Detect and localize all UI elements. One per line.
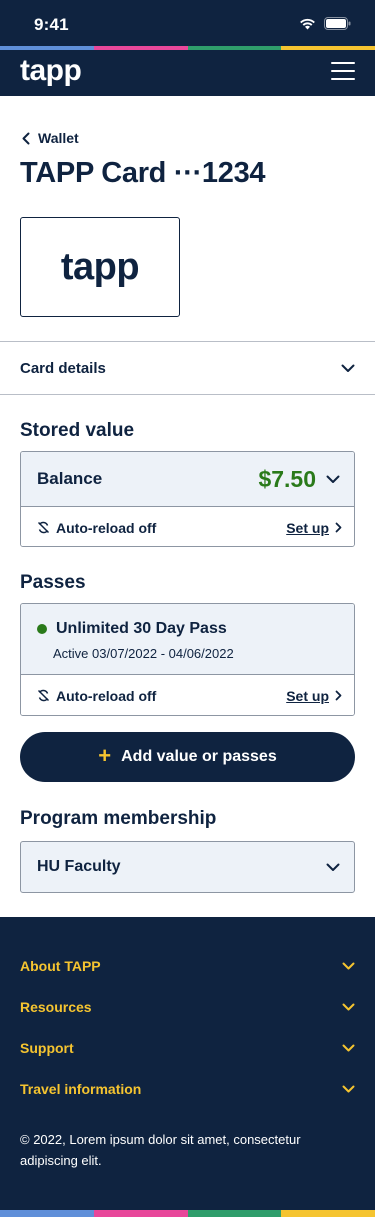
balance-label: Balance bbox=[37, 469, 103, 488]
chevron-down-icon bbox=[342, 1044, 355, 1052]
chevron-right-icon bbox=[335, 690, 342, 701]
chevron-down-icon bbox=[326, 475, 340, 483]
setup-label: Set up bbox=[286, 519, 329, 536]
setup-label: Set up bbox=[286, 687, 329, 704]
wifi-icon bbox=[300, 18, 315, 30]
program-membership-heading: Program membership bbox=[20, 808, 217, 829]
add-value-button[interactable]: + Add value or passes bbox=[20, 732, 355, 782]
pass-setup-link[interactable]: Set up bbox=[286, 688, 342, 704]
footer-item-about[interactable]: About TAPP bbox=[20, 955, 355, 977]
footer-item-resources[interactable]: Resources bbox=[20, 996, 355, 1018]
color-stripe-bottom bbox=[0, 1210, 375, 1217]
tapp-logo[interactable]: tapp bbox=[20, 54, 82, 88]
pass-card: Unlimited 30 Day Pass Active 03/07/2022 … bbox=[20, 603, 355, 716]
plus-icon: + bbox=[98, 743, 112, 768]
chevron-down-icon bbox=[342, 1085, 355, 1093]
chevron-down-icon bbox=[326, 863, 340, 871]
hamburger-menu-button[interactable] bbox=[331, 62, 355, 82]
app-header: tapp bbox=[0, 50, 375, 96]
pass-reload-row: Auto-reload off Set up bbox=[21, 674, 354, 715]
footer: About TAPP Resources Support Travel info… bbox=[0, 917, 375, 1217]
status-time: 9:41 bbox=[34, 15, 69, 34]
back-link[interactable]: Wallet bbox=[22, 130, 79, 146]
card-details-label: Card details bbox=[20, 359, 106, 377]
card-image: tapp bbox=[20, 217, 180, 317]
stored-value-reload-row: Auto-reload off Set up bbox=[21, 506, 354, 546]
pass-summary[interactable]: Unlimited 30 Day Pass Active 03/07/2022 … bbox=[21, 604, 354, 674]
page-title: TAPP Card ···1234 bbox=[20, 157, 266, 189]
chevron-left-icon bbox=[22, 132, 30, 144]
chevron-down-icon bbox=[342, 962, 355, 970]
stored-value-setup-link[interactable]: Set up bbox=[286, 520, 342, 536]
active-status-dot bbox=[37, 624, 47, 634]
stored-value-heading: Stored value bbox=[20, 420, 135, 441]
balance-row[interactable]: Balance $7.50 bbox=[21, 452, 354, 506]
stored-value-box: Balance $7.50 Auto-reload off Set up bbox=[20, 451, 355, 547]
footer-item-label: Travel information bbox=[20, 1081, 142, 1097]
pass-status: Active 03/07/2022 - 04/06/2022 bbox=[53, 646, 234, 661]
auto-reload-label: Auto-reload off bbox=[56, 687, 157, 704]
passes-heading: Passes bbox=[20, 572, 86, 593]
chevron-down-icon bbox=[342, 1003, 355, 1011]
chevron-right-icon bbox=[335, 522, 342, 533]
auto-reload-off-icon bbox=[37, 689, 50, 702]
status-icons bbox=[299, 17, 351, 30]
battery-icon bbox=[324, 17, 351, 30]
pass-name: Unlimited 30 Day Pass bbox=[56, 620, 227, 637]
copyright-text: © 2022, Lorem ipsum dolor sit amet, cons… bbox=[20, 1132, 301, 1168]
footer-item-label: About TAPP bbox=[20, 958, 101, 974]
footer-item-label: Support bbox=[20, 1040, 74, 1056]
card-details-accordion[interactable]: Card details bbox=[0, 341, 375, 395]
auto-reload-label: Auto-reload off bbox=[56, 519, 157, 536]
membership-selected-value: HU Faculty bbox=[37, 858, 121, 875]
status-bar: 9:41 bbox=[0, 0, 375, 46]
membership-select[interactable]: HU Faculty bbox=[20, 841, 355, 893]
auto-reload-status: Auto-reload off bbox=[37, 688, 156, 704]
footer-item-travel-information[interactable]: Travel information bbox=[20, 1078, 355, 1100]
card-logo: tapp bbox=[60, 245, 140, 288]
chevron-down-icon bbox=[341, 364, 355, 372]
add-value-label: Add value or passes bbox=[121, 748, 277, 765]
footer-item-label: Resources bbox=[20, 999, 92, 1015]
footer-item-support[interactable]: Support bbox=[20, 1037, 355, 1059]
auto-reload-off-icon bbox=[37, 521, 50, 534]
balance-amount: $7.50 bbox=[258, 465, 316, 492]
back-link-label: Wallet bbox=[38, 130, 79, 146]
auto-reload-status: Auto-reload off bbox=[37, 520, 156, 536]
